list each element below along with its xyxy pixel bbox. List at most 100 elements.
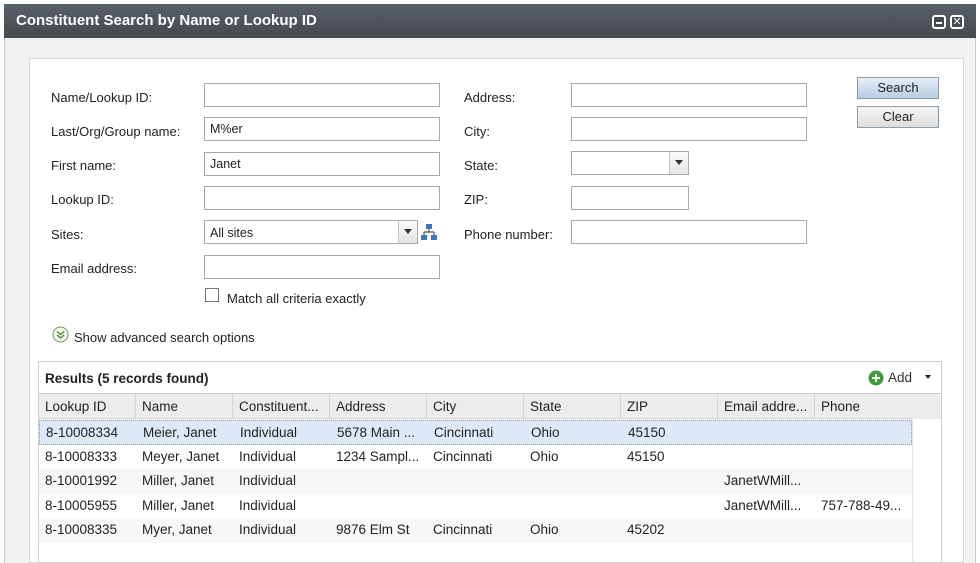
column-header-phone[interactable]: Phone <box>815 394 912 419</box>
cell-address: 5678 Main ... <box>337 425 416 440</box>
name-lookup-label: Name/Lookup ID: <box>51 90 153 105</box>
last-name-label: Last/Org/Group name: <box>51 124 181 139</box>
cell-name: Miller, Janet <box>142 473 215 489</box>
chevron-down-icon[interactable] <box>398 221 417 243</box>
table-row[interactable]: 8-10008334 Meier, Janet Individual 5678 Mai… <box>39 420 912 445</box>
cell-state <box>524 494 621 518</box>
cell-state: Ohio <box>531 425 560 440</box>
phone-input[interactable] <box>571 220 807 244</box>
column-header-zip[interactable]: ZIP <box>621 394 718 419</box>
header-scroll-corner <box>912 394 941 419</box>
zip-input[interactable] <box>571 186 689 210</box>
lookup-id-input[interactable] <box>204 186 440 210</box>
email-label: Email address: <box>51 261 137 276</box>
column-header-email[interactable]: Email addre... <box>718 394 815 419</box>
results-panel: Results (5 records found) Add Lookup ID … <box>38 361 942 563</box>
table-row[interactable]: 8-10005955 Miller, Janet Individual JanetWM… <box>39 494 912 519</box>
cell-zip: 45150 <box>627 448 665 464</box>
cell-lookup-id: 8-10008333 <box>45 448 118 464</box>
table-row[interactable]: 8-10008335 Myer, Janet Individual 9876 Elm … <box>39 518 912 544</box>
address-label: Address: <box>464 90 516 105</box>
cell-zip <box>621 494 718 518</box>
state-select[interactable] <box>571 151 689 175</box>
cell-email <box>719 421 816 445</box>
minimize-icon[interactable] <box>932 15 946 29</box>
cell-phone <box>816 421 913 445</box>
name-lookup-input[interactable] <box>204 83 440 107</box>
cell-phone <box>815 445 912 469</box>
table-row[interactable]: 8-10001992 Miller, Janet Individual JanetWM… <box>39 469 912 495</box>
cell-city <box>427 469 524 493</box>
cell-city: Cincinnati <box>434 425 494 440</box>
results-header: Lookup ID Name Constituent... Address Ci… <box>39 393 941 419</box>
site-hierarchy-icon[interactable] <box>419 222 439 242</box>
cell-name: Meyer, Janet <box>142 448 220 464</box>
caret-down-icon[interactable] <box>925 375 931 379</box>
cell-phone: 757-788-49... <box>821 497 902 513</box>
results-scrollbar[interactable] <box>912 419 941 562</box>
cell-address <box>330 494 427 518</box>
cell-address: 1234 Sampl... <box>336 448 420 464</box>
cell-city: Cincinnati <box>433 522 493 538</box>
clear-button[interactable]: Clear <box>857 106 939 128</box>
advanced-search-link[interactable]: Show advanced search options <box>74 330 255 345</box>
search-button[interactable]: Search <box>857 77 939 99</box>
first-name-label: First name: <box>51 158 117 173</box>
cell-lookup-id: 8-10001992 <box>45 473 118 489</box>
cell-city: Cincinnati <box>433 448 493 464</box>
column-header-address[interactable]: Address <box>330 394 427 419</box>
cell-constituent-type: Individual <box>239 473 297 489</box>
column-header-lookup-id[interactable]: Lookup ID <box>39 394 136 419</box>
last-name-input[interactable] <box>204 117 440 141</box>
table-row[interactable]: 8-10008333 Meyer, Janet Individual 1234 Sam… <box>39 445 912 470</box>
cell-address <box>330 469 427 493</box>
zip-label: ZIP: <box>464 192 488 207</box>
cell-state: Ohio <box>530 448 559 464</box>
window-title: Constituent Search by Name or Lookup ID <box>16 12 317 29</box>
cell-name: Meier, Janet <box>143 425 217 440</box>
results-title: Results (5 records found) <box>45 371 209 386</box>
cell-constituent-type: Individual <box>240 425 298 440</box>
close-icon[interactable]: ✕ <box>950 15 964 29</box>
city-label: City: <box>464 124 490 139</box>
add-icon <box>868 370 884 386</box>
email-input[interactable] <box>204 255 440 279</box>
cell-lookup-id: 8-10008334 <box>46 425 119 440</box>
state-label: State: <box>464 158 498 173</box>
cell-city <box>427 494 524 518</box>
lookup-id-label: Lookup ID: <box>51 192 114 207</box>
cell-email <box>718 518 815 542</box>
column-header-state[interactable]: State <box>524 394 621 419</box>
cell-constituent-type: Individual <box>239 522 297 538</box>
sites-select[interactable]: All sites <box>204 220 418 244</box>
column-header-city[interactable]: City <box>427 394 524 419</box>
first-name-input[interactable] <box>204 152 440 176</box>
address-input[interactable] <box>571 83 807 107</box>
cell-phone <box>815 518 912 542</box>
cell-zip: 45150 <box>628 425 666 440</box>
add-label: Add <box>888 370 913 385</box>
city-input[interactable] <box>571 117 807 141</box>
cell-constituent-type: Individual <box>239 448 297 464</box>
cell-name: Myer, Janet <box>142 522 212 538</box>
cell-address: 9876 Elm St <box>336 522 410 538</box>
phone-label: Phone number: <box>464 227 553 242</box>
cell-zip: 45202 <box>627 522 665 538</box>
cell-name: Miller, Janet <box>142 497 215 513</box>
cell-phone <box>815 469 912 493</box>
chevron-down-icon[interactable] <box>669 152 688 174</box>
cell-email: JanetWMill... <box>724 473 802 489</box>
cell-constituent-type: Individual <box>239 497 297 513</box>
match-exact-checkbox[interactable] <box>205 288 219 302</box>
column-header-constituent-type[interactable]: Constituent... <box>233 394 330 419</box>
cell-email <box>718 445 815 469</box>
cell-lookup-id: 8-10005955 <box>45 497 118 513</box>
column-header-name[interactable]: Name <box>136 394 233 419</box>
match-exact-label: Match all criteria exactly <box>227 291 366 306</box>
cell-state <box>524 469 621 493</box>
sites-select-value: All sites <box>210 226 254 240</box>
window-titlebar: Constituent Search by Name or Lookup ID … <box>4 4 976 38</box>
cell-state: Ohio <box>530 522 559 538</box>
cell-lookup-id: 8-10008335 <box>45 522 118 538</box>
expand-down-icon[interactable] <box>52 326 69 343</box>
